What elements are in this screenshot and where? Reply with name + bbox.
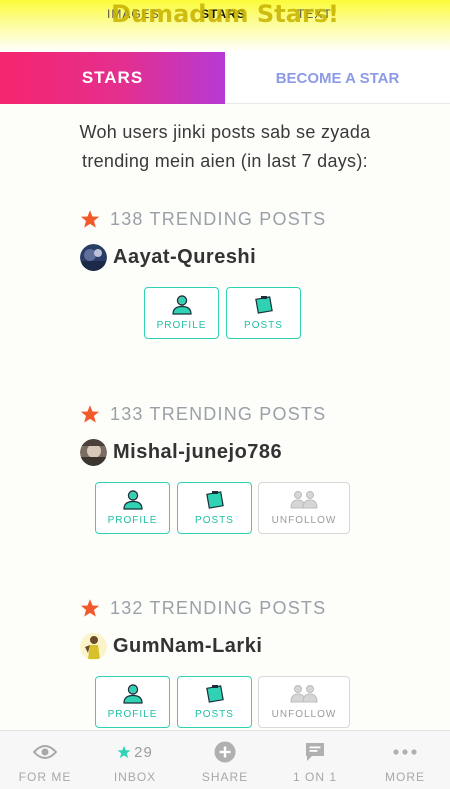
action-buttons: PROFILE POSTS UNFOLLOW — [0, 676, 450, 730]
avatar[interactable] — [80, 438, 107, 466]
action-buttons: PROFILE POSTS UNFOLLOW — [0, 482, 450, 536]
posts-button[interactable]: POSTS — [177, 482, 252, 534]
profile-label: PROFILE — [107, 709, 158, 720]
nav-for-me[interactable]: FOR ME — [0, 731, 90, 789]
segment-tabs: STARS BECOME A STAR — [0, 52, 450, 104]
trending-line: 138 TRENDING POSTS — [80, 207, 326, 231]
username[interactable]: Mishal-junejo786 — [113, 441, 282, 464]
eye-icon — [33, 745, 57, 759]
chat-bubble-icon — [306, 743, 324, 761]
star-icon — [117, 745, 131, 759]
user-line[interactable]: GumNam-Larki — [80, 632, 262, 660]
nav-label: 1 ON 1 — [292, 770, 337, 784]
avatar[interactable] — [80, 632, 107, 660]
unfollow-button[interactable]: UNFOLLOW — [258, 482, 350, 534]
intro-line-1: Woh users jinki posts sab se zyada — [79, 122, 371, 142]
person-icon — [122, 684, 143, 704]
intro-line-2: trending mein aien (in last 7 days): — [82, 151, 368, 171]
profile-label: PROFILE — [107, 515, 158, 526]
unfollow-label: UNFOLLOW — [271, 515, 337, 526]
person-icon — [122, 490, 143, 510]
trending-line: 132 TRENDING POSTS — [80, 596, 326, 620]
unfollow-button[interactable]: UNFOLLOW — [258, 676, 350, 728]
nav-label: SHARE — [201, 770, 249, 784]
tab-stars-segment[interactable]: STARS — [0, 52, 225, 104]
user-line[interactable]: Aayat-Qureshi — [80, 243, 256, 271]
trending-line: 133 TRENDING POSTS — [80, 402, 326, 426]
trending-count: 132 TRENDING POSTS — [110, 597, 327, 618]
avatar[interactable] — [80, 243, 107, 271]
inbox-count-badge: 29 — [134, 743, 153, 761]
unfollow-label: UNFOLLOW — [271, 709, 337, 720]
star-icon — [80, 405, 100, 423]
plus-circle-icon — [214, 741, 236, 763]
nav-label: MORE — [385, 770, 425, 784]
tab-become-a-star[interactable]: BECOME A STAR — [225, 52, 450, 104]
profile-label: PROFILE — [156, 320, 207, 331]
notes-icon — [205, 491, 224, 509]
nav-label: INBOX — [113, 770, 157, 784]
nav-1-on-1[interactable]: 1 ON 1 — [270, 731, 360, 789]
nav-share[interactable]: SHARE — [180, 731, 270, 789]
profile-button[interactable]: PROFILE — [95, 482, 170, 534]
intro-text: Woh users jinki posts sab se zyada trend… — [20, 118, 430, 176]
profile-button[interactable]: PROFILE — [144, 287, 219, 339]
username[interactable]: GumNam-Larki — [113, 635, 262, 658]
top-header: IMAGES STARS TEXT Dumadum Stars! — [0, 0, 450, 52]
posts-button[interactable]: POSTS — [226, 287, 301, 339]
username[interactable]: Aayat-Qureshi — [113, 246, 256, 269]
trending-count: 133 TRENDING POSTS — [110, 403, 327, 424]
nav-label: FOR ME — [18, 770, 72, 784]
two-people-icon — [290, 491, 318, 509]
tab-stars[interactable]: STARS — [201, 7, 246, 21]
action-buttons: PROFILE POSTS — [0, 287, 450, 341]
tab-images[interactable]: IMAGES — [107, 7, 160, 21]
notes-icon — [254, 296, 273, 314]
two-people-icon — [290, 685, 318, 703]
profile-button[interactable]: PROFILE — [95, 676, 170, 728]
top-tabs: IMAGES STARS TEXT — [0, 7, 450, 23]
nav-inbox[interactable]: 29 INBOX — [90, 731, 180, 789]
nav-more[interactable]: MORE — [360, 731, 450, 789]
posts-label: POSTS — [195, 709, 234, 720]
bottom-nav: FOR ME 29 INBOX SHARE 1 ON 1 MORE — [0, 730, 450, 789]
trending-count: 138 TRENDING POSTS — [110, 208, 327, 229]
person-icon — [171, 295, 192, 315]
posts-label: POSTS — [195, 515, 234, 526]
posts-button[interactable]: POSTS — [177, 676, 252, 728]
star-icon — [80, 210, 100, 228]
star-icon — [80, 599, 100, 617]
notes-icon — [205, 685, 224, 703]
user-line[interactable]: Mishal-junejo786 — [80, 438, 282, 466]
tab-text[interactable]: TEXT — [297, 7, 332, 21]
posts-label: POSTS — [244, 320, 283, 331]
more-dots-icon — [393, 749, 417, 755]
